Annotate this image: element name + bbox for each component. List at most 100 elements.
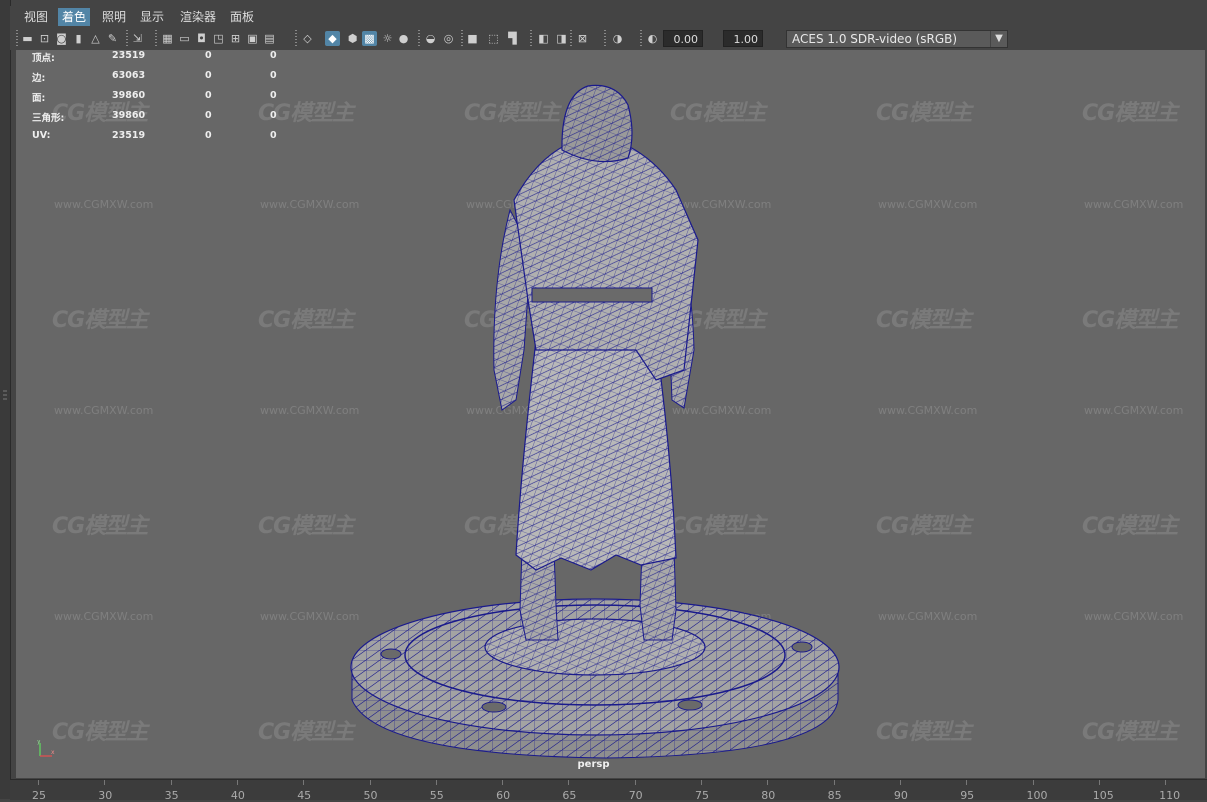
- hud-value: 0: [270, 70, 277, 81]
- timeline-tick: [502, 780, 504, 785]
- menu-item-4[interactable]: 渲染器: [176, 8, 220, 26]
- multisample-aa-icon[interactable]: ■: [465, 31, 480, 46]
- menu-item-3[interactable]: 显示: [136, 8, 168, 26]
- wireframe-on-shaded-icon[interactable]: ⬢: [345, 31, 360, 46]
- hud-label: 边:: [32, 73, 46, 84]
- hud-value: 0: [270, 130, 277, 141]
- gamma-icon[interactable]: ◐: [645, 31, 660, 46]
- color-space-value: ACES 1.0 SDR-video (sRGB): [792, 32, 958, 46]
- timeline-frame-number: 40: [230, 789, 245, 802]
- timeline-tick: [701, 780, 702, 785]
- toolbar-separator: [461, 30, 463, 48]
- hud-value: 0: [205, 110, 212, 121]
- time-slider[interactable]: 25 30 35 40 45 50 55 60 65 70 75 80 85 90 95 100 105 110: [10, 779, 1207, 802]
- grid-icon[interactable]: ▦: [160, 31, 175, 46]
- toolbar-separator: [126, 30, 128, 48]
- 2d-pan-zoom-icon[interactable]: ⇲: [130, 31, 145, 46]
- shadows-icon[interactable]: ●: [396, 31, 411, 46]
- toolbar-separator: [295, 30, 297, 48]
- timeline-tick: [1165, 780, 1167, 785]
- wireframe-icon[interactable]: ◇: [300, 31, 315, 46]
- timeline-tick: [833, 780, 835, 785]
- field-chart-icon[interactable]: ⊞: [228, 31, 243, 46]
- hud-label: 顶点:: [32, 53, 55, 64]
- gate-mask-icon[interactable]: ◳: [211, 31, 226, 46]
- timeline-frame-number: 85: [827, 789, 842, 802]
- timeline-tick: [38, 780, 39, 785]
- film-gate-icon[interactable]: ▭: [177, 31, 192, 46]
- safe-action-icon[interactable]: ▣: [245, 31, 260, 46]
- timeline-tick: [104, 780, 106, 785]
- hud-label: UV:: [32, 130, 51, 141]
- camera-lock-icon[interactable]: ⊡: [37, 31, 52, 46]
- perspective-viewport[interactable]: CG模型主 CG模型主 CG模型主 CG模型主 CG模型主 CG模型主 CG模型主 CG模型主…: [16, 50, 1205, 778]
- dock-grip: [3, 390, 7, 392]
- exposure-icon[interactable]: ◑: [610, 31, 625, 46]
- screen-space-ao-icon[interactable]: ◒: [423, 31, 438, 46]
- menu-item-5[interactable]: 面板: [226, 8, 258, 26]
- dock-grip: [3, 394, 7, 396]
- resolution-gate-icon[interactable]: ◘: [194, 31, 209, 46]
- timeline-frame-number: 45: [297, 789, 312, 802]
- textured-icon[interactable]: ▩: [362, 31, 377, 46]
- character-hood: [561, 84, 633, 163]
- menu-item-1[interactable]: 着色: [58, 8, 91, 26]
- depth-of-field-icon[interactable]: ⬚: [486, 31, 501, 46]
- timeline-frame-number: 70: [628, 789, 643, 802]
- timeline-tick: [568, 780, 570, 785]
- timeline-frame-number: 30: [98, 789, 113, 802]
- bookmark-icon[interactable]: ▮: [71, 31, 86, 46]
- timeline-frame-number: 35: [164, 789, 179, 802]
- motion-blur-icon[interactable]: ◎: [441, 31, 456, 46]
- safe-title-icon[interactable]: ▤: [262, 31, 277, 46]
- timeline-tick: [1032, 780, 1034, 785]
- camera-select-icon[interactable]: ▬: [20, 31, 35, 46]
- hud-value: 23519: [112, 50, 146, 61]
- camera-name-label: persp: [577, 759, 610, 770]
- toolbar-separator: [604, 30, 606, 48]
- xray-joints-icon[interactable]: ◨: [554, 31, 569, 46]
- hud-value: 63063: [112, 70, 146, 81]
- hud-value: 0: [270, 50, 277, 61]
- menu-item-2[interactable]: 照明: [98, 8, 130, 26]
- grease-pencil-icon[interactable]: ✎: [105, 31, 120, 46]
- axis-gizmo: y x: [37, 740, 55, 757]
- timeline-tick: [435, 780, 437, 785]
- hud-value: 23519: [112, 130, 146, 141]
- xray-icon[interactable]: ◧: [536, 31, 551, 46]
- hud-value: 0: [205, 130, 212, 141]
- color-space-dropdown[interactable]: ACES 1.0 SDR-video (sRGB) ▼: [786, 30, 1008, 48]
- timeline-tick: [767, 780, 769, 785]
- timeline-frame-number: 50: [363, 789, 378, 802]
- gamma-field[interactable]: 1.00: [723, 30, 763, 47]
- timeline-tick: [899, 780, 901, 785]
- exposure-field[interactable]: 0.00: [663, 30, 703, 47]
- menu-item-0[interactable]: 视图: [20, 8, 52, 26]
- image-plane-icon[interactable]: △: [88, 31, 103, 46]
- use-all-lights-icon[interactable]: ☼: [380, 31, 395, 46]
- hud-value: 0: [205, 50, 212, 61]
- isolate-select-icon[interactable]: ▜: [505, 31, 520, 46]
- character-wireframe-model[interactable]: [16, 50, 1205, 778]
- toolbar-separator: [570, 30, 572, 48]
- timeline-frame-number: 25: [32, 789, 46, 802]
- toolbar-separator: [530, 30, 532, 48]
- timeline-frame-number: 90: [893, 789, 908, 802]
- timeline-frame-number: 65: [562, 789, 577, 802]
- timeline-tick: [170, 780, 172, 785]
- toolbar-separator: [155, 30, 157, 48]
- base-pedestal: [350, 598, 840, 759]
- chevron-down-icon[interactable]: ▼: [990, 31, 1007, 47]
- camera-attributes-icon[interactable]: ◙: [54, 31, 69, 46]
- viewport-toolbar: ACES 1.0 SDR-video (sRGB) ▼ ▬ ⊡ ◙ ▮ △ ✎ ⇲ ▦ ▭ ◘ ◳ ⊞…: [10, 28, 1207, 50]
- axis-x-label: x: [51, 749, 55, 756]
- xray-components-icon[interactable]: ⊠: [575, 31, 590, 46]
- timeline-frame-number: 105: [1092, 789, 1114, 802]
- hud-value: 0: [270, 110, 277, 121]
- smooth-shade-icon[interactable]: ◆: [325, 31, 340, 46]
- hud-label: 三角形:: [32, 113, 65, 124]
- timeline-tick: [1098, 780, 1100, 785]
- timeline-frame-number: 80: [761, 789, 776, 802]
- hud-value: 0: [205, 70, 212, 81]
- dock-grip: [3, 398, 7, 400]
